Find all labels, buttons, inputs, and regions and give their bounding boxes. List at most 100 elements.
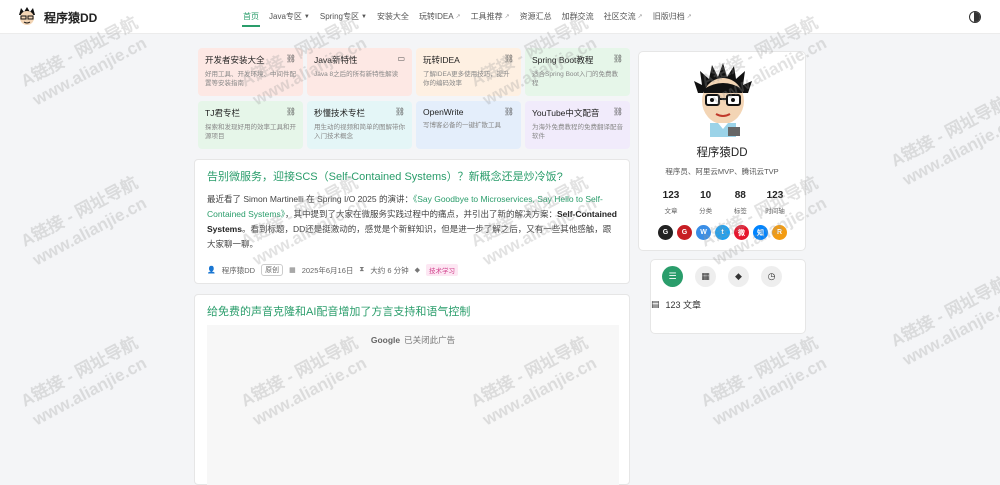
gitee-icon[interactable]: G (677, 225, 692, 240)
watermark-line: www.alianjie.cn (709, 353, 830, 430)
sidebar-tabs: ☰ ▦ ◆ ◷ (662, 266, 782, 287)
card-description: 为海外免费教程的免费翻译配音软件 (532, 124, 623, 140)
wechat-icon[interactable]: W (696, 225, 711, 240)
github-icon[interactable]: G (658, 225, 673, 240)
nav-item-label: 社区交流 (603, 12, 636, 21)
feature-card[interactable]: 秒懂技术专栏 用生动的视频和简单的图解带你入门技术概念 ⛓ (307, 101, 412, 149)
chevron-down-icon: ▼ (360, 13, 367, 20)
watermark-line: A链接 - 网址导航 (17, 333, 141, 411)
sidebar-panel: ☰ ▦ ◆ ◷ ▤ 123 文章 (650, 259, 806, 334)
ad-closed-text: Google 已关闭此广告 (207, 334, 619, 346)
excerpt-text: 最近看了 Simon Martinelli 在 Spring I/O 2025 … (207, 194, 413, 204)
nav-item-label: 资源汇总 (519, 12, 552, 21)
twitter-icon[interactable]: t (715, 225, 730, 240)
brand-name: 程序猿DD (44, 10, 98, 25)
article-card[interactable]: 给免费的声音克隆和AI配音增加了方言支持和语气控制 Google 已关闭此广告 (194, 294, 630, 485)
article-author[interactable]: 程序猿DD (222, 265, 255, 276)
card-description: 好用工具、开发环境、中间件配置等安装指南 (205, 71, 296, 87)
feature-card[interactable]: Java新特性 Java 8之后的所有新特性解读 ▭ (307, 48, 412, 96)
excerpt-text: 。看到标题，DD还是挺激动的，感觉是个新鲜知识，但是进一步了解之后，又有一些其他… (207, 224, 612, 249)
nav-item[interactable]: 玩转IDEA ↗ (414, 11, 466, 22)
external-link-icon: ↗ (455, 14, 461, 20)
nav-item[interactable]: 安装大全 (372, 11, 414, 22)
watermark-line: A链接 - 网址导航 (697, 333, 821, 411)
stat-label: 标签 (733, 208, 747, 215)
watermark-line: www.alianjie.cn (29, 33, 150, 110)
card-description: 适合Spring Boot入门的免费教程 (532, 71, 618, 87)
zhihu-icon[interactable]: 知 (753, 225, 768, 240)
nav-item[interactable]: 首页 (238, 11, 264, 27)
hourglass-icon: ⧗ (359, 266, 365, 273)
rss-icon[interactable]: R (772, 225, 787, 240)
theme-toggle-icon[interactable] (969, 11, 981, 23)
card-title: Spring Boot教程 (532, 55, 594, 65)
article-date: 2025年6月16日 (301, 265, 354, 275)
watermark-text: A链接 - 网址导航 www.alianjie.cn (887, 92, 1000, 192)
nav-item-label: 加群交流 (561, 12, 594, 21)
timeline-tab-icon[interactable]: ◷ (761, 266, 782, 287)
nav-item-label: 安装大全 (376, 12, 409, 21)
article-count[interactable]: ▤ 123 文章 (651, 298, 701, 311)
article-title[interactable]: 给免费的声音克隆和AI配音增加了方言支持和语气控制 (207, 303, 629, 319)
article-list-tab-icon[interactable]: ☰ (662, 266, 683, 287)
nav-item-label: 工具推荐 (470, 12, 503, 21)
profile-stats: 123 文章 10 分类 88 标签 123 时间轴 (657, 190, 789, 215)
profile-card: 程序猿DD 程序员、阿里云MVP、腾讯云TVP 123 文章 10 分类 88 标签 123… (638, 51, 806, 251)
profile-stat[interactable]: 123 时间轴 (761, 190, 789, 215)
watermark-text: A链接 - 网址导航 www.alianjie.cn (17, 172, 152, 272)
link-icon: ⛓ (503, 54, 514, 63)
article-tag[interactable]: 技术学习 (426, 264, 459, 276)
brand-link[interactable]: 程序猿DD (16, 6, 97, 28)
card-title: Java新特性 (314, 55, 358, 65)
article-card[interactable]: 告别微服务，迎接SCS（Self-Contained Systems）？新概念还… (194, 159, 630, 284)
nav-item[interactable]: 社区交流 ↗ (599, 11, 648, 22)
nav-item[interactable]: 工具推荐 ↗ (466, 11, 515, 22)
article-read-time: 大约 6 分钟 (370, 265, 409, 275)
profile-stat[interactable]: 123 文章 (657, 190, 685, 215)
category-tab-icon[interactable]: ▦ (695, 266, 716, 287)
feature-card[interactable]: Spring Boot教程 适合Spring Boot入门的免费教程 ⛓ (525, 48, 630, 96)
card-title: 开发者安装大全 (205, 55, 265, 65)
stat-number: 10 (700, 190, 712, 201)
nav-item[interactable]: 旧版归档 ↗ (648, 11, 697, 22)
tag-icon: ◆ (414, 267, 421, 274)
nav-item[interactable]: 加群交流 (557, 11, 599, 22)
feature-card[interactable]: 玩转IDEA 了解IDEA更多使用技巧，提升你的编码效率 ⛓ (416, 48, 521, 96)
profile-stat[interactable]: 10 分类 (692, 190, 720, 215)
watermark-line: www.alianjie.cn (899, 293, 1000, 370)
external-link-icon: ↗ (504, 14, 510, 20)
nav-item[interactable]: 资源汇总 (515, 11, 557, 22)
link-icon: ⛓ (394, 107, 405, 116)
tag-tab-icon[interactable]: ◆ (728, 266, 749, 287)
original-badge: 原创 (261, 264, 284, 276)
article-excerpt: 最近看了 Simon Martinelli 在 Spring I/O 2025 … (207, 192, 617, 252)
card-description: 用生动的视频和简单的图解带你入门技术概念 (314, 124, 405, 140)
card-description: 写博客必备的一键扩散工具 (423, 122, 501, 129)
nav-item[interactable]: Spring专区 ▼ (315, 11, 372, 22)
nav-item-label: 玩转IDEA (418, 12, 454, 21)
nav-item-label: Spring专区 (319, 12, 359, 21)
avatar (694, 63, 752, 137)
card-title: 玩转IDEA (423, 55, 460, 65)
watermark-line: A链接 - 网址导航 (887, 273, 1000, 351)
feature-card[interactable]: 开发者安装大全 好用工具、开发环境、中间件配置等安装指南 ⛓ (198, 48, 303, 96)
feature-card[interactable]: OpenWrite 写博客必备的一键扩散工具 ⛓ (416, 101, 521, 149)
folder-icon: ▭ (397, 54, 405, 63)
nav-item[interactable]: Java专区 ▼ (264, 11, 315, 22)
article-title[interactable]: 告别微服务，迎接SCS（Self-Contained Systems）？新概念还… (207, 168, 629, 184)
nav-item-label: 首页 (243, 12, 259, 21)
article-count-label: 123 文章 (665, 300, 702, 310)
watermark-line: www.alianjie.cn (29, 353, 150, 430)
stat-label: 时间轴 (765, 208, 785, 215)
profile-name: 程序猿DD (696, 147, 748, 159)
social-links: GGWt微知R (658, 225, 787, 240)
profile-stat[interactable]: 88 标签 (726, 190, 754, 215)
stat-number: 123 (766, 190, 784, 201)
weibo-icon[interactable]: 微 (734, 225, 749, 240)
feature-card[interactable]: YouTube中文配音 为海外免费教程的免费翻译配音软件 ⛓ (525, 101, 630, 149)
profile-description: 程序员、阿里云MVP、腾讯云TVP (665, 167, 779, 176)
feature-card[interactable]: TJ君专栏 探索和发现好用的效率工具和开源项目 ⛓ (198, 101, 303, 149)
nav-item-label: 旧版归档 (652, 12, 685, 21)
ad-placeholder: Google 已关闭此广告 (207, 325, 619, 485)
nav-item-label: Java专区 (269, 12, 302, 21)
